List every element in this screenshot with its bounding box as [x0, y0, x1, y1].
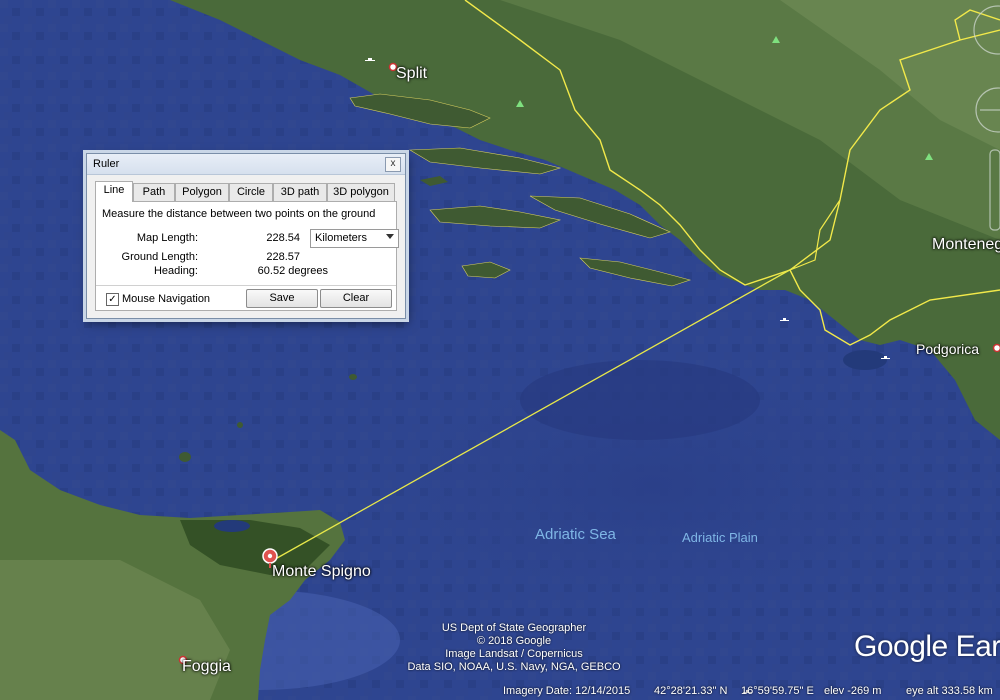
water-label-adriatic-plain: Adriatic Plain [682, 530, 758, 545]
mouse-navigation-checkbox[interactable]: ✓ [106, 293, 119, 306]
status-bar: Imagery Date: 12/14/2015 42°28'21.33" N … [0, 682, 1000, 700]
tab-circle[interactable]: Circle [229, 183, 273, 201]
dialog-title: Ruler [93, 158, 120, 170]
ruler-dialog[interactable]: Ruler x Line Path Polygon Circle 3D path… [86, 153, 406, 319]
mouse-navigation-label[interactable]: Mouse Navigation [122, 293, 210, 305]
place-label-montenegro[interactable]: Montenegro [932, 236, 1000, 254]
map-view[interactable] [0, 0, 1000, 700]
map-length-value: 228.54 [266, 232, 300, 244]
ground-length-value: 228.57 [266, 251, 300, 263]
save-button[interactable]: Save [246, 289, 318, 308]
place-label-split[interactable]: Split [396, 65, 427, 83]
map-length-label: Map Length: [136, 232, 198, 244]
ruler-description: Measure the distance between two points … [102, 208, 376, 220]
longitude-readout: 16°59'59.75" E [741, 685, 814, 697]
tab-3d-path[interactable]: 3D path [273, 183, 327, 201]
elevation-readout: elev -269 m [824, 685, 882, 697]
place-label-monte-spigno[interactable]: Monte Spigno [272, 563, 371, 581]
water-label-adriatic-sea: Adriatic Sea [535, 526, 616, 543]
attribution-line: © 2018 Google [476, 635, 552, 647]
google-earth-logo: Google Earth [854, 630, 1000, 663]
dialog-titlebar[interactable]: Ruler x [87, 154, 405, 175]
unit-select-value: Kilometers [315, 232, 367, 244]
ground-length-label: Ground Length: [121, 251, 198, 263]
chevron-down-icon [386, 234, 394, 239]
heading-value: 60.52 degrees [257, 265, 328, 277]
tab-polygon[interactable]: Polygon [175, 183, 229, 201]
close-icon[interactable]: x [385, 157, 401, 172]
heading-label: Heading: [153, 265, 198, 277]
attribution-line: Data SIO, NOAA, U.S. Navy, NGA, GEBCO [407, 661, 621, 673]
map-attribution: US Dept of State Geographer © 2018 Googl… [404, 622, 624, 674]
ruler-panel: Measure the distance between two points … [95, 201, 399, 311]
clear-button[interactable]: Clear [320, 289, 392, 308]
latitude-readout: 42°28'21.33" N [654, 685, 728, 697]
podgorica-marker-icon[interactable] [992, 343, 1000, 353]
tab-path[interactable]: Path [133, 183, 175, 201]
place-label-foggia[interactable]: Foggia [182, 658, 231, 676]
imagery-date: Imagery Date: 12/14/2015 [503, 685, 631, 697]
divider [96, 285, 396, 286]
tab-line[interactable]: Line [95, 181, 133, 202]
attribution-line: US Dept of State Geographer [441, 622, 587, 634]
tab-3d-polygon[interactable]: 3D polygon [327, 183, 395, 201]
attribution-line: Image Landsat / Copernicus [445, 648, 583, 660]
place-label-podgorica[interactable]: Podgorica [916, 341, 979, 357]
unit-select[interactable]: Kilometers [310, 229, 399, 248]
eye-altitude-readout: eye alt 333.58 km [906, 685, 993, 697]
